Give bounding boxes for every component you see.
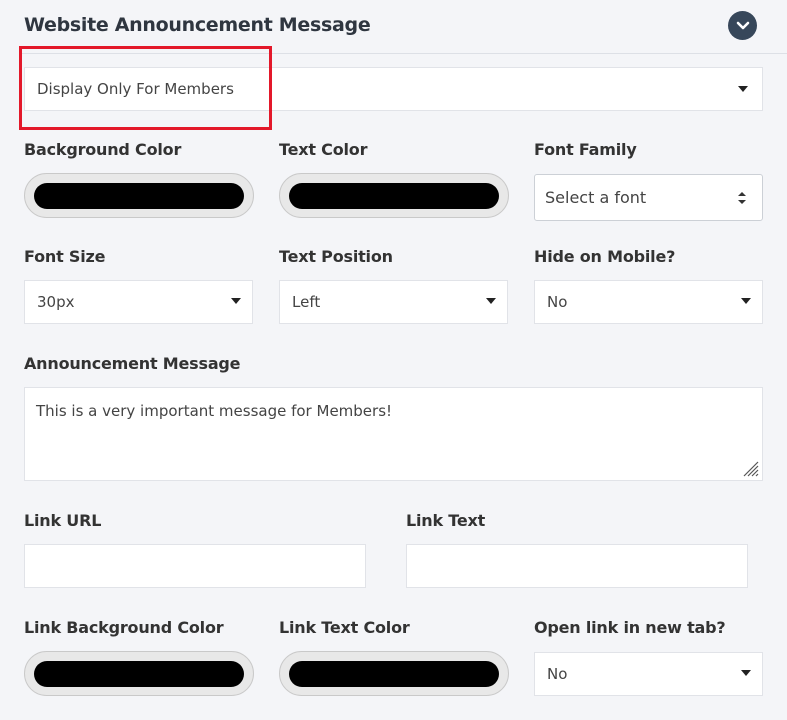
link-text-color-swatch — [289, 660, 499, 687]
hide-mobile-select[interactable]: No — [534, 280, 763, 324]
header-divider — [20, 53, 787, 54]
link-text-color-label: Link Text Color — [279, 618, 410, 637]
open-new-tab-value: No — [547, 665, 568, 683]
message-textarea[interactable]: This is a very important message for Mem… — [24, 387, 763, 481]
caret-down-icon — [741, 670, 751, 676]
caret-down-icon — [486, 298, 496, 304]
link-bg-color-picker[interactable] — [24, 651, 254, 696]
text-position-value: Left — [292, 293, 321, 311]
link-text-input[interactable] — [406, 544, 748, 588]
hide-mobile-value: No — [547, 293, 568, 311]
font-family-value: Select a font — [545, 188, 647, 207]
font-size-select[interactable]: 30px — [24, 280, 253, 324]
caret-down-icon — [741, 298, 751, 304]
link-url-label: Link URL — [24, 511, 102, 530]
font-family-select[interactable]: Select a font — [534, 174, 763, 221]
visibility-select[interactable]: Display Only For Members — [24, 67, 763, 111]
link-text-color-picker[interactable] — [279, 651, 509, 696]
message-label: Announcement Message — [24, 354, 241, 373]
link-bg-color-swatch — [34, 660, 244, 687]
sort-arrows-icon — [738, 192, 746, 204]
font-size-label: Font Size — [24, 247, 106, 266]
text-color-label: Text Color — [279, 140, 368, 159]
bg-color-picker[interactable] — [24, 173, 254, 218]
chevron-down-icon — [736, 21, 749, 29]
link-text-label: Link Text — [406, 511, 486, 530]
resize-grip-icon[interactable] — [742, 460, 760, 478]
hide-mobile-label: Hide on Mobile? — [534, 247, 676, 266]
bg-color-label: Background Color — [24, 140, 182, 159]
font-size-value: 30px — [37, 293, 75, 311]
open-new-tab-select[interactable]: No — [534, 652, 763, 696]
caret-down-icon — [231, 298, 241, 304]
link-bg-color-label: Link Background Color — [24, 618, 224, 637]
text-position-select[interactable]: Left — [279, 280, 508, 324]
bg-color-swatch — [34, 182, 244, 209]
section-title: Website Announcement Message — [24, 14, 371, 36]
font-family-label: Font Family — [534, 140, 637, 159]
open-new-tab-label: Open link in new tab? — [534, 618, 726, 637]
message-text: This is a very important message for Mem… — [36, 402, 393, 420]
text-color-picker[interactable] — [279, 173, 509, 218]
collapse-button[interactable] — [728, 11, 757, 40]
text-position-label: Text Position — [279, 247, 393, 266]
visibility-select-value: Display Only For Members — [37, 80, 234, 98]
caret-down-icon — [738, 86, 748, 92]
text-color-swatch — [289, 182, 499, 209]
link-url-input[interactable] — [24, 544, 366, 588]
